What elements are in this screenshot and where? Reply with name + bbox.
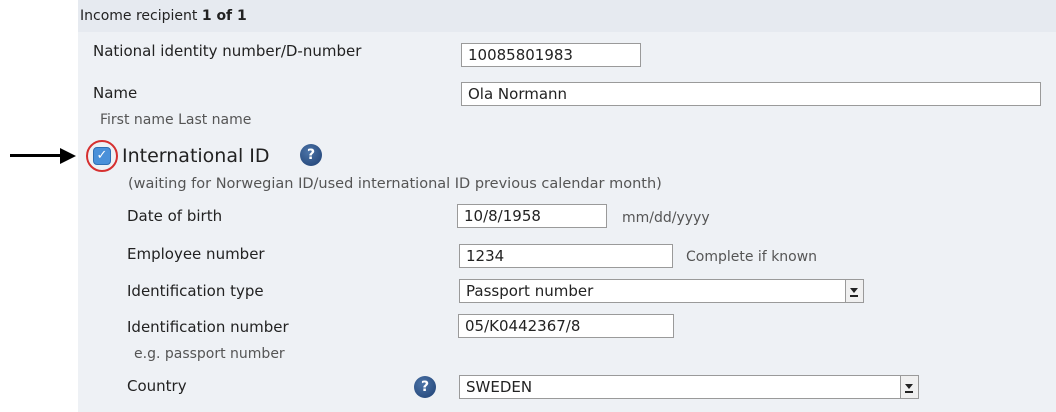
nin-input[interactable]: 10085801983 bbox=[461, 43, 641, 67]
section-header-prefix: Income recipient bbox=[80, 8, 198, 24]
recipient-counter: 1 of 1 bbox=[201, 8, 247, 24]
identification-number-input[interactable]: 05/K0442367/8 bbox=[458, 314, 674, 338]
employee-number-hint: Complete if known bbox=[686, 249, 818, 265]
country-value: SWEDEN bbox=[466, 378, 533, 396]
identification-type-select[interactable]: Passport number bbox=[459, 279, 864, 303]
arrow-head-icon bbox=[60, 148, 76, 164]
international-id-checkbox[interactable]: ✓ bbox=[93, 147, 111, 165]
employee-number-label: Employee number bbox=[127, 245, 265, 263]
dropdown-arrow-icon[interactable] bbox=[845, 280, 863, 302]
nin-label: National identity number/D-number bbox=[93, 42, 362, 60]
dob-format-hint: mm/dd/yyyy bbox=[622, 210, 710, 226]
identification-type-value: Passport number bbox=[466, 282, 594, 300]
dob-input[interactable]: 10/8/1958 bbox=[457, 204, 607, 228]
identification-number-hint: e.g. passport number bbox=[134, 346, 285, 362]
name-label: Name bbox=[93, 84, 138, 102]
identification-number-label: Identification number bbox=[127, 318, 289, 336]
help-icon[interactable]: ? bbox=[300, 144, 322, 166]
country-label: Country bbox=[127, 377, 187, 395]
country-select[interactable]: SWEDEN bbox=[459, 375, 919, 399]
country-help-icon[interactable]: ? bbox=[414, 376, 436, 398]
international-id-label[interactable]: International ID bbox=[122, 145, 270, 167]
employee-number-input[interactable]: 1234 bbox=[459, 244, 673, 268]
dropdown-arrow-icon[interactable] bbox=[900, 376, 918, 398]
name-input[interactable]: Ola Normann bbox=[461, 82, 1041, 106]
name-hint: First name Last name bbox=[100, 112, 252, 128]
pointer-arrow bbox=[10, 154, 64, 157]
international-id-note: (waiting for Norwegian ID/used internati… bbox=[128, 176, 662, 192]
section-header: Income recipient 1 of 1 bbox=[80, 8, 247, 24]
dob-label: Date of birth bbox=[127, 207, 223, 225]
identification-type-label: Identification type bbox=[127, 282, 264, 300]
